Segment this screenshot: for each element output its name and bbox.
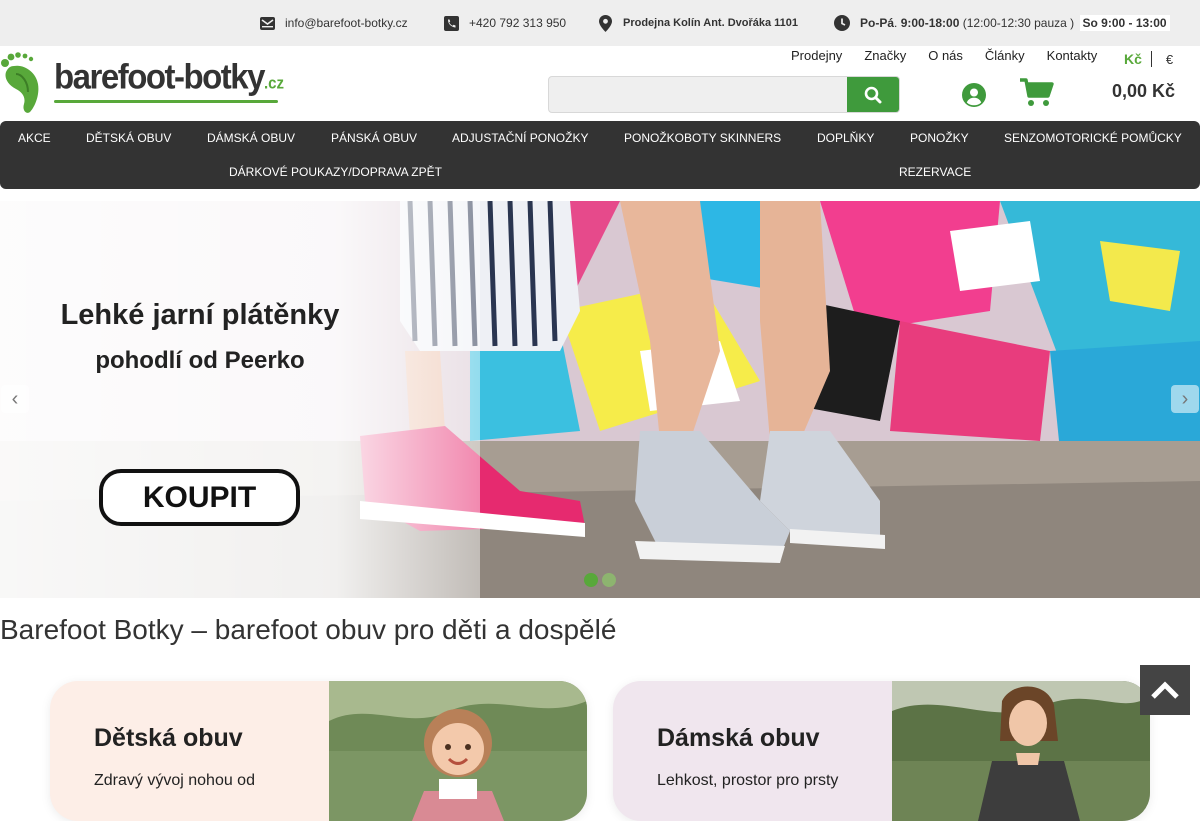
- nav-category-damska-obuv[interactable]: DÁMSKÁ OBUV: [207, 121, 295, 155]
- kids-photo: [329, 681, 587, 821]
- hours-days: Po-Pá: [860, 16, 895, 30]
- phone-icon: [443, 15, 459, 31]
- page-title: Barefoot Botky – barefoot obuv pro děti …: [0, 614, 617, 645]
- secondary-nav: Prodejny Značky O nás Články Kontakty: [780, 48, 1108, 64]
- women-photo: [892, 681, 1150, 821]
- hero-title: Lehké jarní plátěnky: [60, 299, 340, 331]
- nav-link-prodejny[interactable]: Prodejny: [780, 48, 853, 64]
- currency-switcher: Kč €: [1124, 51, 1173, 67]
- nav-link-znacky[interactable]: Značky: [853, 48, 917, 64]
- slider-prev-button[interactable]: ‹: [1, 385, 29, 413]
- category-card-women[interactable]: Dámská obuv Lehkost, prostor pro prsty: [613, 681, 1150, 821]
- card-title: Dětská obuv: [94, 724, 243, 752]
- contact-phone[interactable]: +420 792 313 950: [443, 0, 566, 46]
- chevron-right-icon: ›: [1181, 387, 1189, 410]
- cart-button[interactable]: [1020, 78, 1054, 108]
- nav-link-clanky[interactable]: Články: [974, 48, 1036, 64]
- search-button[interactable]: [847, 77, 899, 112]
- cart-icon: [1020, 78, 1054, 106]
- currency-czk[interactable]: Kč: [1124, 51, 1152, 67]
- hero-subtitle: pohodlí od Peerko: [95, 347, 305, 374]
- nav-category-senzomotoricke-pomucky[interactable]: SENZOMOTORICKÉ POMŮCKY: [1004, 121, 1182, 155]
- hours-pause: (12:00-12:30 pauza ): [962, 16, 1075, 30]
- main-category-nav: AKCE DĚTSKÁ OBUV DÁMSKÁ OBUV PÁNSKÁ OBUV…: [0, 121, 1200, 189]
- currency-eur[interactable]: €: [1152, 52, 1173, 67]
- card-text: Lehkost, prostor pro prsty: [657, 772, 839, 789]
- slider-next-button[interactable]: ›: [1171, 385, 1199, 413]
- main-nav-row: DÁRKOVÉ POUKAZY/DOPRAVA ZPĚT REZERVACE: [0, 155, 1200, 189]
- hours-weekend: So 9:00 - 13:00: [1079, 15, 1170, 31]
- category-card-kids[interactable]: Dětská obuv Zdravý vývoj nohou od: [50, 681, 587, 821]
- cart-total[interactable]: 0,00 Kč: [1112, 81, 1175, 102]
- search-input[interactable]: [549, 77, 847, 112]
- nav-category-ponozkoboty-skinners[interactable]: PONOŽKOBOTY SKINNERS: [624, 121, 781, 155]
- hero-slider[interactable]: Lehké jarní plátěnky pohodlí od Peerko K…: [0, 201, 1200, 598]
- top-info-bar: info@barefoot-botky.cz +420 792 313 950 …: [0, 0, 1200, 46]
- envelope-icon: [259, 15, 275, 31]
- nav-category-ponozky[interactable]: PONOŽKY: [910, 121, 969, 155]
- nav-link-kontakty[interactable]: Kontakty: [1036, 48, 1109, 64]
- nav-category-detska-obuv[interactable]: DĚTSKÁ OBUV: [86, 121, 171, 155]
- nav-category-rezervace[interactable]: REZERVACE: [899, 155, 971, 189]
- user-icon: [962, 83, 986, 107]
- contact-email-text: info@barefoot-botky.cz: [285, 16, 408, 30]
- slider-pagination: [584, 573, 620, 587]
- arrow-up-icon: [1151, 681, 1179, 699]
- hero-text-overlay: [0, 201, 480, 598]
- nav-category-doplnky[interactable]: DOPLŇKY: [817, 121, 874, 155]
- contact-phone-text: +420 792 313 950: [469, 16, 567, 30]
- store-address-text: Prodejna Kolín Ant. Dvořáka 1101: [623, 17, 799, 29]
- chevron-left-icon: ‹: [11, 387, 19, 410]
- footprint-logo-icon: [1, 52, 39, 113]
- card-title: Dámská obuv: [657, 724, 820, 752]
- hero-buy-button[interactable]: KOUPIT: [99, 469, 300, 526]
- logo-text: barefoot-botky.cz: [54, 56, 284, 97]
- search-bar: [548, 76, 900, 113]
- nav-category-adjustacni-ponozky[interactable]: ADJUSTAČNÍ PONOŽKY: [452, 121, 588, 155]
- account-button[interactable]: [962, 83, 986, 107]
- main-nav-row: AKCE DĚTSKÁ OBUV DÁMSKÁ OBUV PÁNSKÁ OBUV…: [0, 121, 1200, 155]
- contact-email[interactable]: info@barefoot-botky.cz: [259, 0, 408, 46]
- map-pin-icon: [597, 14, 613, 32]
- slider-dot-2[interactable]: [602, 573, 616, 587]
- store-address[interactable]: Prodejna Kolín Ant. Dvořáka 1101: [597, 0, 798, 46]
- nav-link-o-nas[interactable]: O nás: [917, 48, 974, 64]
- search-icon: [864, 86, 882, 103]
- nav-category-panska-obuv[interactable]: PÁNSKÁ OBUV: [331, 121, 417, 155]
- card-text: Zdravý vývoj nohou od: [94, 772, 255, 789]
- hours-time: 9:00-18:00: [900, 16, 960, 30]
- site-logo[interactable]: barefoot-botky.cz: [0, 52, 290, 114]
- nav-category-akce[interactable]: AKCE: [18, 121, 51, 155]
- logo-underline: [54, 100, 278, 103]
- nav-category-darkove-poukazy[interactable]: DÁRKOVÉ POUKAZY/DOPRAVA ZPĚT: [229, 155, 442, 189]
- logo-tld-text: .cz: [264, 74, 285, 93]
- slider-dot-1[interactable]: [584, 573, 598, 587]
- back-to-top-button[interactable]: [1140, 665, 1190, 715]
- clock-icon: [834, 15, 850, 31]
- logo-main-text: barefoot-botky: [54, 56, 266, 96]
- opening-hours: Po-Pá. 9:00-18:00 (12:00-12:30 pauza ) S…: [834, 0, 1170, 46]
